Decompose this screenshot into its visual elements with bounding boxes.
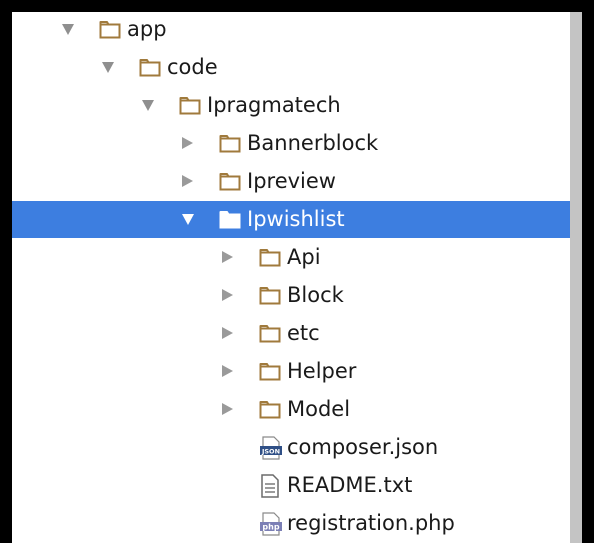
expand-arrow-down-icon[interactable] — [182, 214, 194, 225]
tree-item[interactable]: app — [12, 12, 570, 48]
expand-arrow-right-icon[interactable] — [182, 175, 193, 187]
vertical-scrollbar[interactable] — [570, 12, 582, 543]
folder-icon — [179, 96, 201, 115]
expand-arrow-down-icon[interactable] — [142, 100, 154, 111]
expand-arrow-right-icon[interactable] — [222, 327, 233, 339]
tree-item-label: Ipreview — [247, 169, 336, 193]
tree-item-label: Ipwishlist — [247, 207, 345, 231]
text-file-icon — [259, 474, 281, 498]
folder-icon — [219, 172, 241, 191]
expand-arrow-right-icon[interactable] — [222, 289, 233, 301]
tree-item[interactable]: Ipragmatech — [12, 87, 570, 124]
tree-item-label: Block — [287, 283, 344, 307]
tree-item[interactable]: Bannerblock — [12, 125, 570, 162]
tree-item[interactable]: code — [12, 49, 570, 86]
folder-icon — [259, 324, 281, 343]
icon-badge-text: php — [262, 523, 279, 532]
tree-item[interactable]: Helper — [12, 353, 570, 390]
tree-item[interactable]: JSON composer.json — [12, 429, 570, 466]
tree-item[interactable]: Ipwishlist — [12, 201, 570, 238]
folder-icon — [99, 20, 121, 39]
json-file-icon: JSON — [259, 436, 282, 460]
tree-item-label: Helper — [287, 359, 357, 383]
folder-icon — [259, 286, 281, 305]
project-window: app code Ipragmatech Bannerblock Ipreview Ipw… — [0, 0, 594, 543]
tree-item-label: Api — [287, 245, 321, 269]
folder-icon — [219, 210, 241, 229]
folder-icon — [219, 134, 241, 153]
folder-icon — [259, 362, 281, 381]
tree-item-label: Ipragmatech — [207, 93, 341, 117]
tree-item-label: README.txt — [287, 473, 413, 497]
expand-arrow-right-icon[interactable] — [222, 251, 233, 263]
file-tree: app code Ipragmatech Bannerblock Ipreview Ipw… — [12, 12, 570, 543]
tree-item-label: registration.php — [287, 511, 455, 535]
expand-arrow-right-icon[interactable] — [182, 137, 193, 149]
tree-item-label: Bannerblock — [247, 131, 379, 155]
expand-arrow-down-icon[interactable] — [62, 24, 74, 35]
folder-icon — [139, 58, 161, 77]
expand-arrow-down-icon[interactable] — [102, 62, 114, 73]
tree-item-label: composer.json — [287, 435, 439, 459]
tree-item[interactable]: README.txt — [12, 467, 570, 504]
icon-badge-text: JSON — [261, 448, 280, 456]
tree-item-label: Model — [287, 397, 351, 421]
folder-icon — [259, 400, 281, 419]
tree-item[interactable]: php registration.php — [12, 505, 570, 542]
tree-item[interactable]: etc — [12, 315, 570, 352]
expand-arrow-right-icon[interactable] — [222, 365, 233, 377]
tree-item[interactable]: Model — [12, 391, 570, 428]
folder-icon — [259, 248, 281, 267]
tree-item-label: code — [167, 55, 218, 79]
tree-item-label: etc — [287, 321, 320, 345]
tree-item[interactable]: Api — [12, 239, 570, 276]
tree-item-label: app — [127, 17, 167, 41]
expand-arrow-right-icon[interactable] — [222, 403, 233, 415]
tree-item[interactable]: Block — [12, 277, 570, 314]
tree-item[interactable]: Ipreview — [12, 163, 570, 200]
php-file-icon: php — [259, 512, 282, 536]
